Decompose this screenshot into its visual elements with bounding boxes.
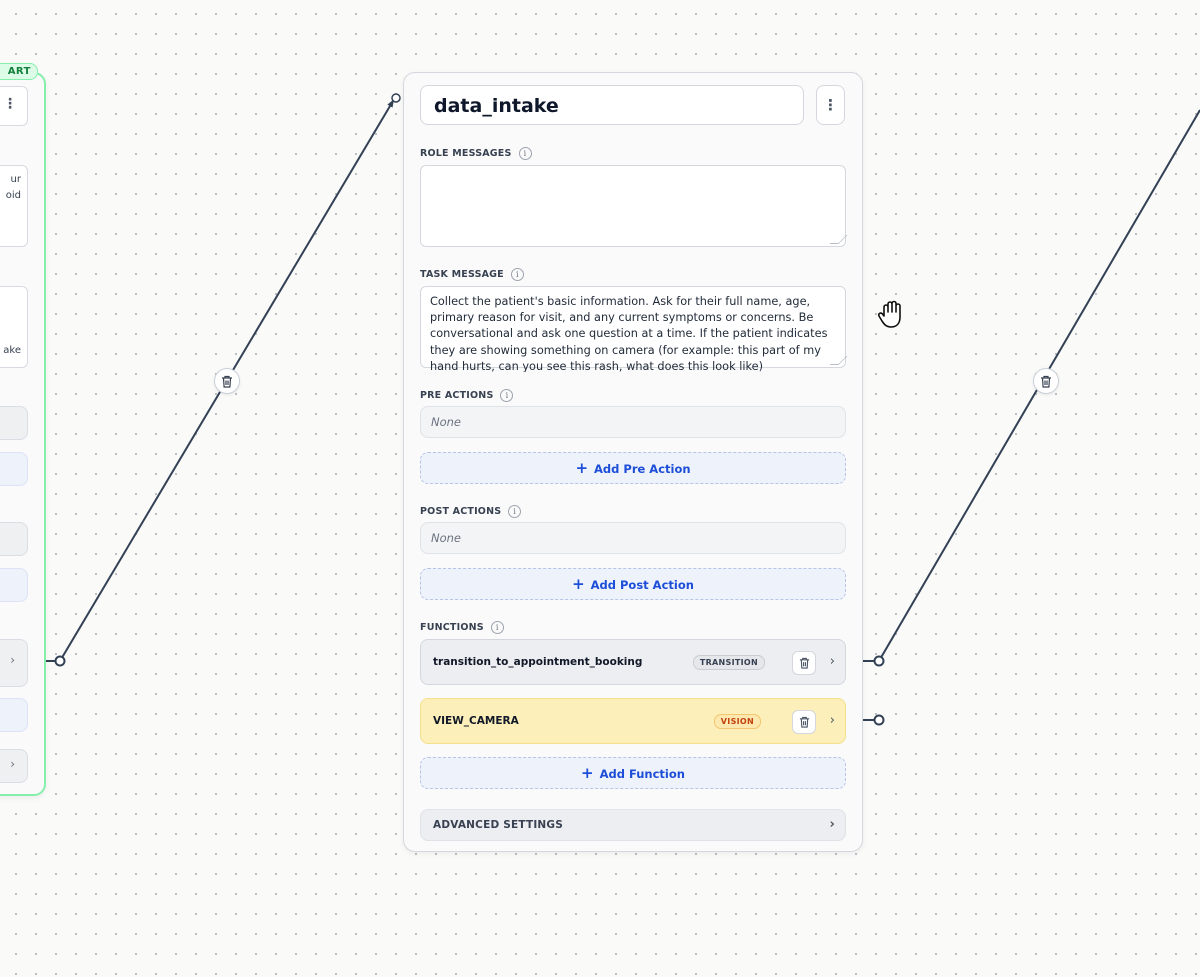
- delete-edge-button-right[interactable]: [1033, 368, 1059, 394]
- start-task-text-line: ake: [3, 345, 21, 356]
- function-type-badge: TRANSITION: [692, 655, 765, 670]
- node-data-intake[interactable]: data_intake ⋮ ROLE MESSAGES i TASK MESSA…: [403, 72, 863, 852]
- kebab-icon: ⋮: [3, 96, 17, 112]
- function-name: VIEW_CAMERA: [433, 715, 519, 727]
- function-row-transition[interactable]: transition_to_appointment_booking TRANSI…: [420, 639, 846, 685]
- node-menu-button[interactable]: ⋮: [816, 85, 845, 125]
- resize-handle-icon[interactable]: [829, 235, 848, 244]
- source-handle-transition[interactable]: [873, 655, 885, 667]
- edge-source-handle-left[interactable]: [54, 655, 66, 667]
- chevron-right-icon[interactable]: ›: [10, 653, 15, 667]
- role-messages-textarea[interactable]: [420, 165, 848, 247]
- function-type-badge: VISION: [713, 714, 761, 729]
- start-node-function-row[interactable]: ›: [0, 639, 28, 687]
- info-icon[interactable]: i: [490, 621, 504, 634]
- info-icon[interactable]: i: [500, 389, 514, 402]
- trash-icon: [799, 657, 809, 669]
- task-message-textarea[interactable]: Collect the patient's basic information.…: [420, 286, 848, 372]
- start-role-text-line: oid: [5, 190, 21, 201]
- function-row-vision[interactable]: VIEW_CAMERA VISION ›: [420, 698, 846, 744]
- delete-edge-button-left[interactable]: [214, 368, 240, 394]
- start-node-post-actions-field: [0, 522, 28, 556]
- role-messages-label-text: ROLE MESSAGES: [420, 148, 512, 159]
- start-node-advanced-settings[interactable]: ›: [0, 749, 28, 783]
- add-post-action-button[interactable]: + Add Post Action: [420, 568, 846, 600]
- grab-hand-icon: [878, 300, 901, 328]
- plus-icon: +: [575, 459, 589, 477]
- add-function-label: Add Function: [599, 767, 685, 781]
- start-node-role-textarea[interactable]: ur oid: [0, 165, 28, 247]
- function-name: transition_to_appointment_booking: [433, 656, 643, 668]
- start-node-add-pre-action-button[interactable]: [0, 452, 28, 486]
- functions-label: FUNCTIONS i: [420, 621, 504, 634]
- source-handle-vision[interactable]: [873, 714, 885, 726]
- start-node-pre-actions-field: [0, 406, 28, 440]
- advanced-settings-label: ADVANCED SETTINGS: [433, 819, 563, 831]
- functions-label-text: FUNCTIONS: [420, 622, 484, 633]
- add-pre-action-button[interactable]: + Add Pre Action: [420, 452, 846, 484]
- pre-actions-value: None: [420, 406, 846, 438]
- advanced-settings-toggle[interactable]: ADVANCED SETTINGS ›: [420, 809, 846, 841]
- post-actions-label: POST ACTIONS i: [420, 505, 522, 518]
- target-handle-data-intake[interactable]: [391, 93, 401, 103]
- trash-icon: [222, 375, 232, 388]
- post-actions-label-text: POST ACTIONS: [420, 506, 502, 517]
- plus-icon: +: [581, 764, 594, 782]
- start-node-menu-button[interactable]: ⋮: [0, 86, 28, 126]
- delete-function-button[interactable]: [792, 710, 816, 734]
- chevron-right-icon[interactable]: ›: [830, 699, 835, 743]
- start-badge: ART: [0, 63, 38, 80]
- trash-icon: [1041, 375, 1051, 388]
- start-node-task-textarea[interactable]: ake: [0, 286, 28, 368]
- chevron-right-icon: ›: [829, 817, 835, 832]
- role-messages-label: ROLE MESSAGES i: [420, 147, 532, 160]
- start-node-add-function-button[interactable]: [0, 698, 28, 732]
- add-pre-action-label: Add Pre Action: [594, 462, 691, 476]
- add-post-action-label: Add Post Action: [590, 578, 694, 592]
- pre-actions-label: PRE ACTIONS i: [420, 389, 514, 402]
- task-message-label: TASK MESSAGE i: [420, 268, 524, 281]
- chevron-right-icon[interactable]: ›: [10, 757, 15, 771]
- delete-function-button[interactable]: [792, 651, 816, 675]
- kebab-icon: ⋮: [823, 96, 838, 114]
- pre-actions-label-text: PRE ACTIONS: [420, 390, 494, 401]
- task-message-value: Collect the patient's basic information.…: [430, 295, 828, 372]
- post-actions-value: None: [420, 522, 846, 554]
- add-function-button[interactable]: + Add Function: [420, 757, 846, 789]
- info-icon[interactable]: i: [510, 268, 524, 281]
- node-title-input[interactable]: data_intake: [420, 85, 804, 125]
- start-node-add-post-action-button[interactable]: [0, 568, 28, 602]
- info-icon[interactable]: i: [518, 147, 532, 160]
- info-icon[interactable]: i: [508, 505, 522, 518]
- trash-icon: [799, 716, 809, 728]
- task-message-label-text: TASK MESSAGE: [420, 269, 504, 280]
- chevron-right-icon[interactable]: ›: [830, 640, 835, 684]
- plus-icon: +: [572, 575, 585, 593]
- start-role-text-line: ur: [10, 174, 21, 185]
